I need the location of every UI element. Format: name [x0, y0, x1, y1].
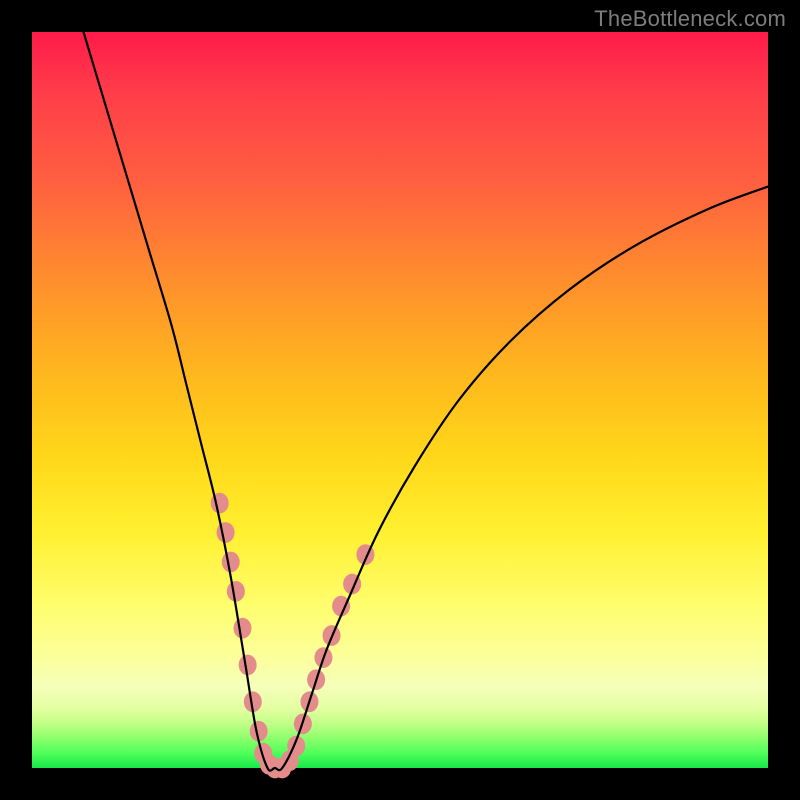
- highlight-dot: [227, 581, 245, 602]
- plot-area: [32, 32, 768, 768]
- chart-svg: [32, 32, 768, 768]
- watermark-text: TheBottleneck.com: [594, 6, 786, 32]
- bottleneck-curve-path: [84, 32, 768, 771]
- highlight-dot: [217, 522, 235, 543]
- highlight-dot: [222, 552, 240, 573]
- outer-frame: TheBottleneck.com: [0, 0, 800, 800]
- marker-layer: [211, 493, 375, 779]
- highlight-dot: [234, 618, 252, 639]
